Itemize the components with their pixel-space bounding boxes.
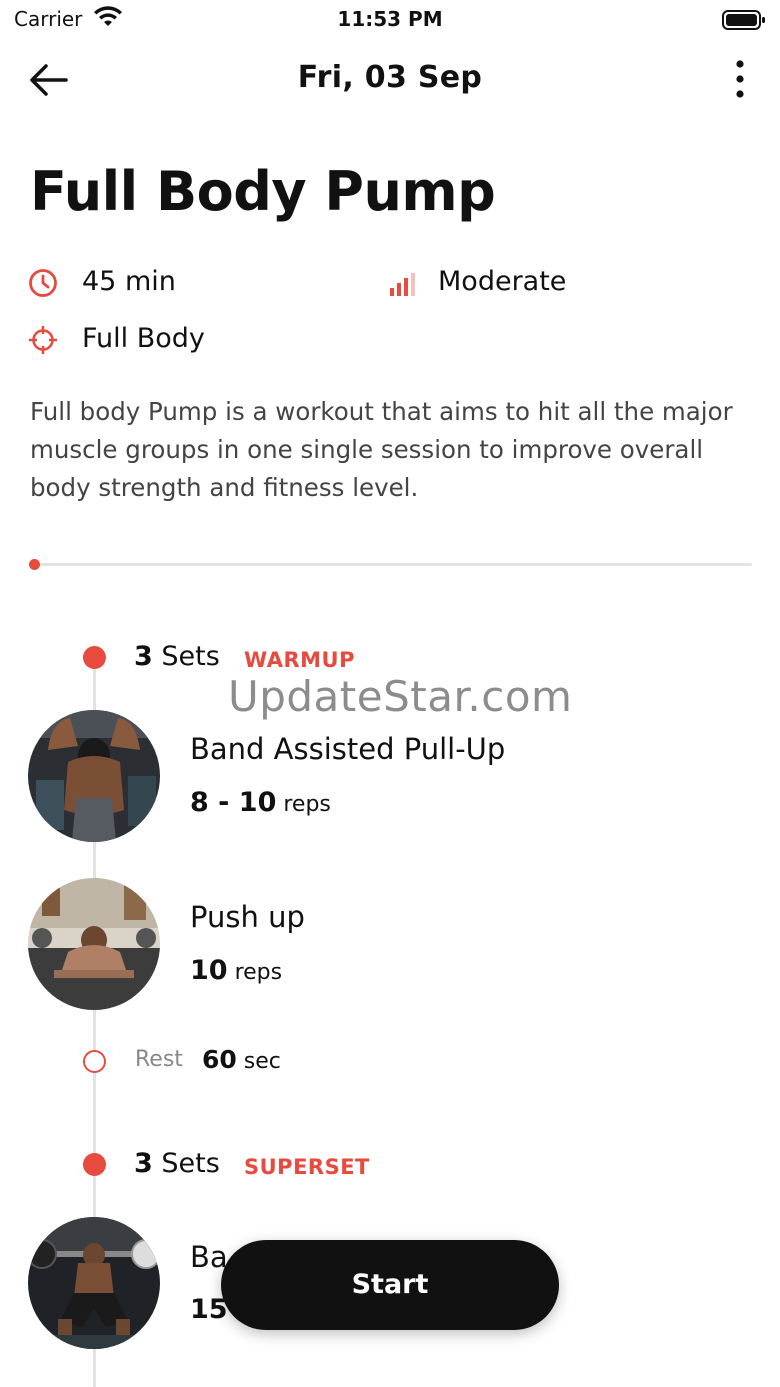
set-dot [83,1153,106,1176]
workout-title: Full Body Pump [30,160,496,223]
set-type-label: WARMUP [244,648,355,672]
exercise-reps: 10 reps [190,955,282,986]
exercise-name[interactable]: Ba [190,1240,228,1274]
progress-track [34,563,752,566]
rest-seconds: 60 [202,1045,237,1074]
set-count-number: 3 [134,641,153,672]
exercise-thumbnail[interactable] [28,1217,160,1349]
set-count-label: Sets [161,641,220,672]
reps-unit: reps [283,792,331,817]
status-bar: Carrier 11:53 PM [0,0,780,40]
workout-description: Full body Pump is a workout that aims to… [30,397,733,502]
more-vertical-icon[interactable] [728,58,752,102]
progress-indicator [29,559,40,570]
exercise-name[interactable]: Band Assisted Pull-Up [190,732,505,766]
rest-label: Rest [135,1047,183,1072]
difficulty-text: Moderate [438,266,567,297]
nav-title: Fri, 03 Sep [297,60,483,95]
battery-icon [722,10,765,30]
exercise-name[interactable]: Push up [190,900,305,934]
exercise-thumbnail[interactable] [28,710,160,842]
reps-unit: reps [234,960,283,985]
focus-text: Full Body [82,323,205,354]
status-time: 11:53 PM [337,7,443,31]
difficulty-bars-icon [390,273,415,296]
reps-value: 8 - 10 [190,787,277,818]
set-count-label: Sets [161,1148,220,1179]
set-count: 3 Sets [134,641,220,672]
rest-unit: sec [243,1049,281,1074]
reps-value: 10 [190,955,228,986]
start-button[interactable]: Start [221,1240,559,1330]
duration-text: 45 min [82,266,176,297]
watermark: UpdateStar.com [228,672,573,721]
rest-indicator [83,1050,106,1073]
set-dot [83,646,106,669]
exercise-reps: 8 - 10 reps [190,787,331,818]
set-type-label: SUPERSET [244,1155,370,1179]
reps-value: 15 [190,1294,228,1325]
set-count-number: 3 [134,1148,153,1179]
rest-value: 60 sec [202,1045,281,1074]
clock-icon [29,269,57,297]
set-count: 3 Sets [134,1148,220,1179]
exercise-thumbnail[interactable] [28,878,160,1010]
target-icon [29,326,57,354]
